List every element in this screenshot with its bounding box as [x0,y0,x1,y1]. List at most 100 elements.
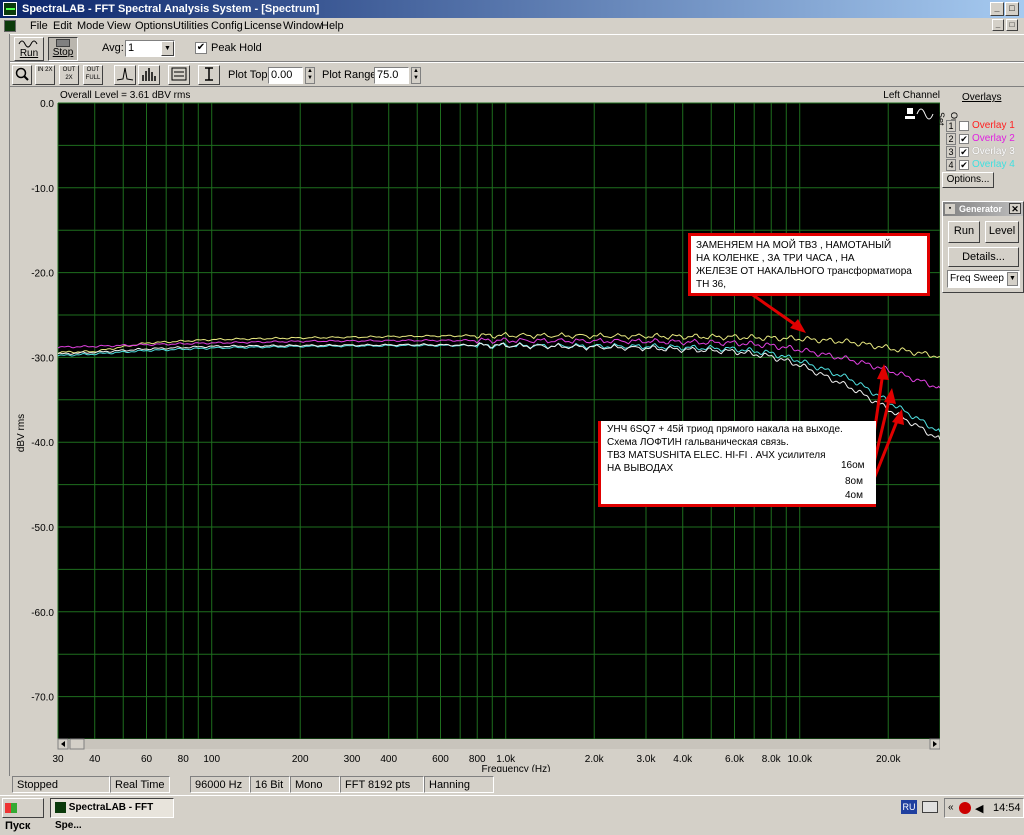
x-tick-label: 2.0k [585,754,605,765]
status-mode: Real Time [110,776,170,793]
bars-icon [142,68,156,81]
overlay-1-set[interactable]: 1 [946,120,956,132]
y-tick-label: -60.0 [31,608,54,619]
generator-run-button[interactable]: Run [948,221,980,243]
menu-options[interactable]: Options [135,20,173,32]
generator-details-button[interactable]: Details... [948,247,1019,267]
note-bottom-line-3: ТВЗ MATSUSHITA ELEC. HI-FI . АЧХ усилите… [607,450,826,461]
note-bottom-line-1: УНЧ 6SQ7 + 45й триод прямого накала на в… [607,424,843,435]
doc-restore-button[interactable]: □ [1006,19,1018,31]
channel-label: Left Channel [883,90,940,101]
status-channels: Mono [290,776,340,793]
bar-mode-button[interactable] [138,65,160,85]
doc-minimize-button[interactable]: _ [992,19,1004,31]
x-tick-label: 8.0k [762,754,782,765]
overall-level: Overall Level = 3.61 dBV rms [60,90,190,101]
note-top-line-2: НА КОЛЕНКЕ , ЗА ТРИ ЧАСА , НА [696,253,855,264]
status-sample-rate: 96000 Hz [190,776,250,793]
y-tick-label: -20.0 [31,269,54,280]
chevron-down-icon[interactable]: ▼ [161,41,174,56]
menu-window[interactable]: Window [283,20,322,32]
menu-config[interactable]: Config [211,20,243,32]
scroll-thumb[interactable] [69,738,85,750]
zoom-in-2x-button[interactable]: IN 2X [35,65,55,85]
restore-button[interactable]: □ [1005,2,1019,16]
taskbar-spectralab[interactable]: SpectraLAB - FFT Spe... [50,798,174,831]
generator-panel: ▪ Generator ✕ Run Level Details... Freq … [942,201,1024,293]
note-bottom-line-4: НА ВЫВОДАХ [607,463,674,474]
zoom-button[interactable] [12,65,32,85]
menu-file[interactable]: File [30,20,48,32]
overlay-1-checkbox[interactable] [959,121,969,131]
overlay-1-label: Overlay 1 [972,120,1015,131]
x-tick-label: 3.0k [637,754,657,765]
label-4-ohm: 4ом [845,490,863,501]
overlay-2-set[interactable]: 2 [946,133,956,145]
horizontal-scrollbar[interactable] [58,739,940,749]
stop-button[interactable]: Stop [48,37,78,61]
title-bar[interactable]: SpectraLAB - FFT Spectral Analysis Syste… [0,0,1024,18]
start-label: Пуск [5,820,31,832]
language-indicator[interactable]: RU [901,800,917,814]
y-tick-label: -40.0 [31,438,54,449]
document-icon[interactable] [4,20,16,32]
overlay-2-label: Overlay 2 [972,133,1015,144]
status-state: Stopped [12,776,110,793]
chevron-down-icon[interactable]: ▼ [1007,272,1018,286]
x-axis-label: Frequency (Hz) [482,764,551,772]
menu-edit[interactable]: Edit [53,20,72,32]
plot-range-spinner[interactable]: ▲ ▼ [411,67,421,84]
x-tick-label: 400 [380,754,397,765]
run-button[interactable]: Run [14,37,44,61]
generator-titlebar[interactable]: ▪ Generator ✕ [943,202,1023,216]
overlays-title: Overlays [962,92,1002,103]
x-tick-label: 300 [344,754,361,765]
menu-help[interactable]: Help [321,20,344,32]
plot-top-spinner[interactable]: ▲ ▼ [305,67,315,84]
display-settings-button[interactable] [168,65,190,85]
system-tray: « ◀ 14:54 [944,798,1024,818]
menu-bar: File Edit Mode View Options Utilities Co… [0,18,1024,34]
generator-title: Generator [959,204,1003,214]
stop-icon [56,39,70,47]
menu-mode[interactable]: Mode [77,20,105,32]
mdi-border [0,34,10,776]
status-window: Hanning [424,776,494,793]
generator-close-icon[interactable]: ✕ [1009,203,1021,214]
zoom-out-2x-button[interactable]: OUT 2X [59,65,79,85]
minimize-button[interactable]: _ [990,2,1004,16]
overlay-options-button[interactable]: Options... [942,172,994,188]
zoom-out-full-button[interactable]: OUT FULL [83,65,103,85]
tray-antivirus-icon[interactable] [959,802,971,814]
status-bar: Stopped Real Time 96000 Hz 16 Bit Mono F… [10,776,1024,793]
menu-license[interactable]: License [244,20,282,32]
generator-level-button[interactable]: Level [985,221,1019,243]
plot-top-input[interactable]: 0.00 [268,67,303,84]
overlay-3-set[interactable]: 3 [946,146,956,158]
spectrum-plot[interactable]: 0.0 -10.0 -20.0 -30.0 -40.0 -50.0 -60.0 -70.0 3… [10,88,940,772]
overlay-3-checkbox[interactable]: ✔ [959,147,969,157]
plot-range-input[interactable]: 75.0 [374,67,409,84]
overlay-4-checkbox[interactable]: ✔ [959,160,969,170]
overlay-2-checkbox[interactable]: ✔ [959,134,969,144]
network-icon[interactable] [922,801,938,813]
windows-logo-icon [5,803,17,814]
tray-expand-icon[interactable]: « [948,802,954,813]
settings-panel-icon [171,67,187,81]
y-tick-label: -50.0 [31,523,54,534]
volume-icon[interactable]: ◀ [975,802,983,815]
spectralab-task-icon [55,801,66,813]
menu-utilities[interactable]: Utilities [173,20,208,32]
peak-hold-checkbox[interactable]: ✔ [195,42,207,54]
generator-mode-select[interactable]: Freq Sweep ▼ [947,270,1020,288]
note-bottom-line-2: Схема ЛОФТИН гальваническая связь. [607,437,789,448]
start-button[interactable]: Пуск [2,798,44,832]
line-mode-button[interactable] [114,65,136,85]
scale-button[interactable] [198,65,220,85]
menu-view[interactable]: View [107,20,131,32]
plot-range-label: Plot Range: [322,69,380,81]
avg-value: 1 [128,42,135,54]
overlay-4-set[interactable]: 4 [946,159,956,171]
window-title: SpectraLAB - FFT Spectral Analysis Syste… [22,3,320,15]
vertical-range-icon [205,67,213,81]
